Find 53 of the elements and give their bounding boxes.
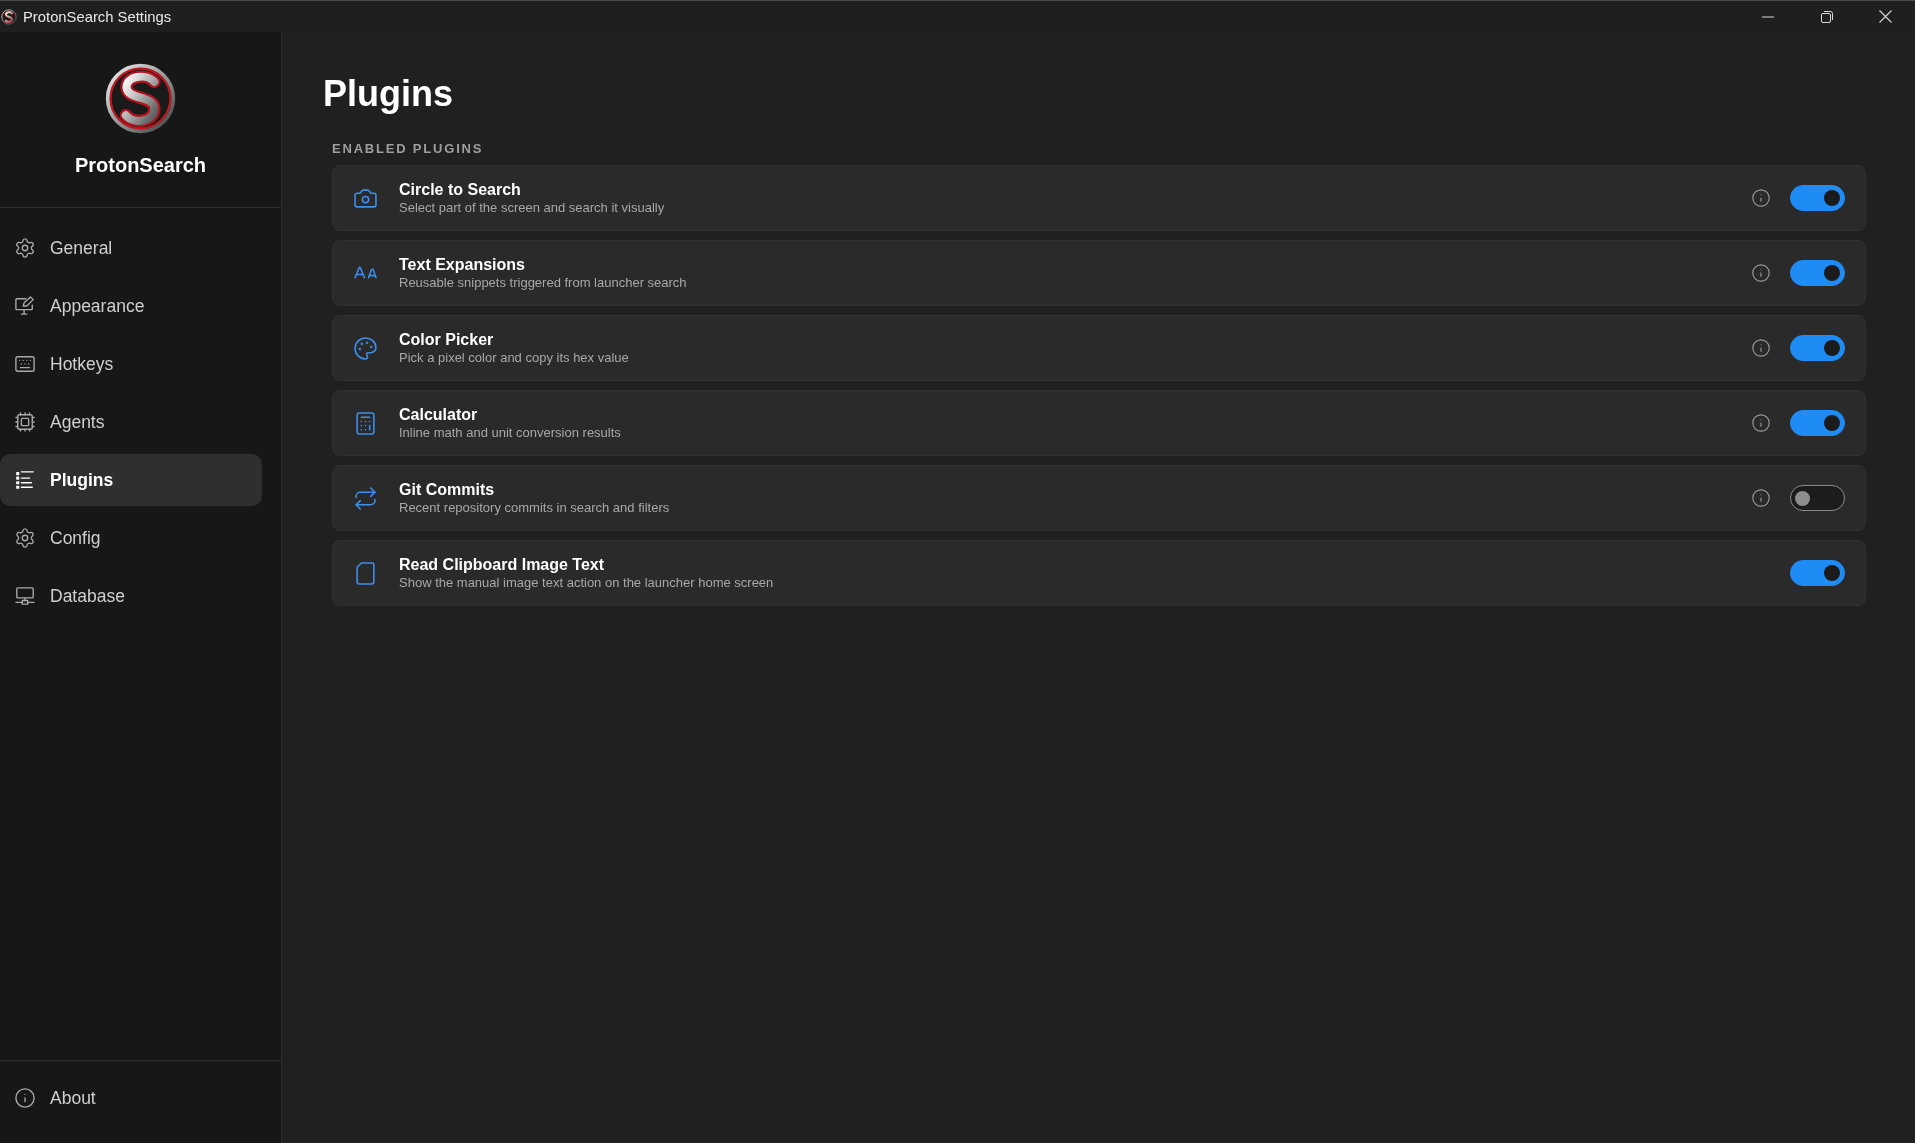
info-icon[interactable]: [1752, 414, 1770, 432]
toggle-switch[interactable]: [1790, 260, 1845, 286]
section-label: ENABLED PLUGINS: [332, 141, 485, 157]
nav-item[interactable]: Hotkeys: [0, 338, 262, 390]
plugin-name: Git Commits: [399, 480, 496, 499]
info-icon[interactable]: [1752, 339, 1770, 357]
nav-item[interactable]: Appearance: [0, 280, 262, 332]
plugin-description: Recent repository commits in search and filters: [399, 499, 671, 516]
calculator-icon: [354, 411, 377, 435]
app-logo-icon: [1, 8, 17, 25]
nav-item[interactable]: About: [0, 1072, 262, 1124]
nav-item[interactable]: Database: [0, 570, 262, 622]
info-icon: [15, 1088, 35, 1108]
plugin-name: Color Picker: [399, 330, 495, 349]
plugin-name: Read Clipboard Image Text: [399, 555, 606, 574]
nav-item[interactable]: Plugins: [0, 454, 262, 506]
page-title: Plugins: [323, 72, 454, 116]
info-icon[interactable]: [1752, 264, 1770, 282]
close-icon: [1879, 10, 1892, 23]
plugin-name: Circle to Search: [399, 180, 522, 199]
window-title: ProtonSearch Settings: [23, 7, 172, 26]
plugin-description: Inline math and unit conversion results: [399, 424, 622, 441]
camera-icon: [354, 186, 377, 210]
plugin-description: Reusable snippets triggered from launcher search: [399, 274, 688, 291]
chip-icon: [15, 412, 35, 432]
app-name: ProtonSearch: [74, 153, 207, 177]
plugin-description: Pick a pixel color and copy its hex value: [399, 349, 630, 366]
repeat-icon: [354, 486, 377, 510]
list-icon: [15, 470, 35, 490]
toggle-switch[interactable]: [1790, 185, 1845, 211]
nav-item[interactable]: Agents: [0, 396, 262, 448]
toggle-switch[interactable]: [1790, 335, 1845, 361]
info-icon[interactable]: [1752, 489, 1770, 507]
palette-icon: [354, 336, 377, 360]
app-logo-icon: [104, 62, 177, 135]
page-icon: [354, 561, 377, 585]
nav-item[interactable]: General: [0, 222, 262, 274]
toggle-switch[interactable]: [1790, 485, 1845, 511]
plugin-description: Show the manual image text action on the launcher home screen: [399, 574, 775, 591]
nav-item[interactable]: Config: [0, 512, 262, 564]
toggle-switch[interactable]: [1790, 560, 1845, 586]
minimize-icon: [1761, 15, 1774, 18]
toggle-switch[interactable]: [1790, 410, 1845, 436]
plugin-description: Select part of the screen and search it visually: [399, 199, 666, 216]
plugin-name: Text Expansions: [399, 255, 526, 274]
gear-icon: [15, 528, 35, 548]
restore-icon: [1820, 10, 1833, 23]
network-monitor-icon: [15, 586, 35, 606]
keyboard-icon: [15, 354, 35, 374]
plugin-name: Calculator: [399, 405, 479, 424]
monitor-pen-icon: [15, 296, 35, 316]
gear-icon: [15, 238, 35, 258]
info-icon[interactable]: [1752, 189, 1770, 207]
